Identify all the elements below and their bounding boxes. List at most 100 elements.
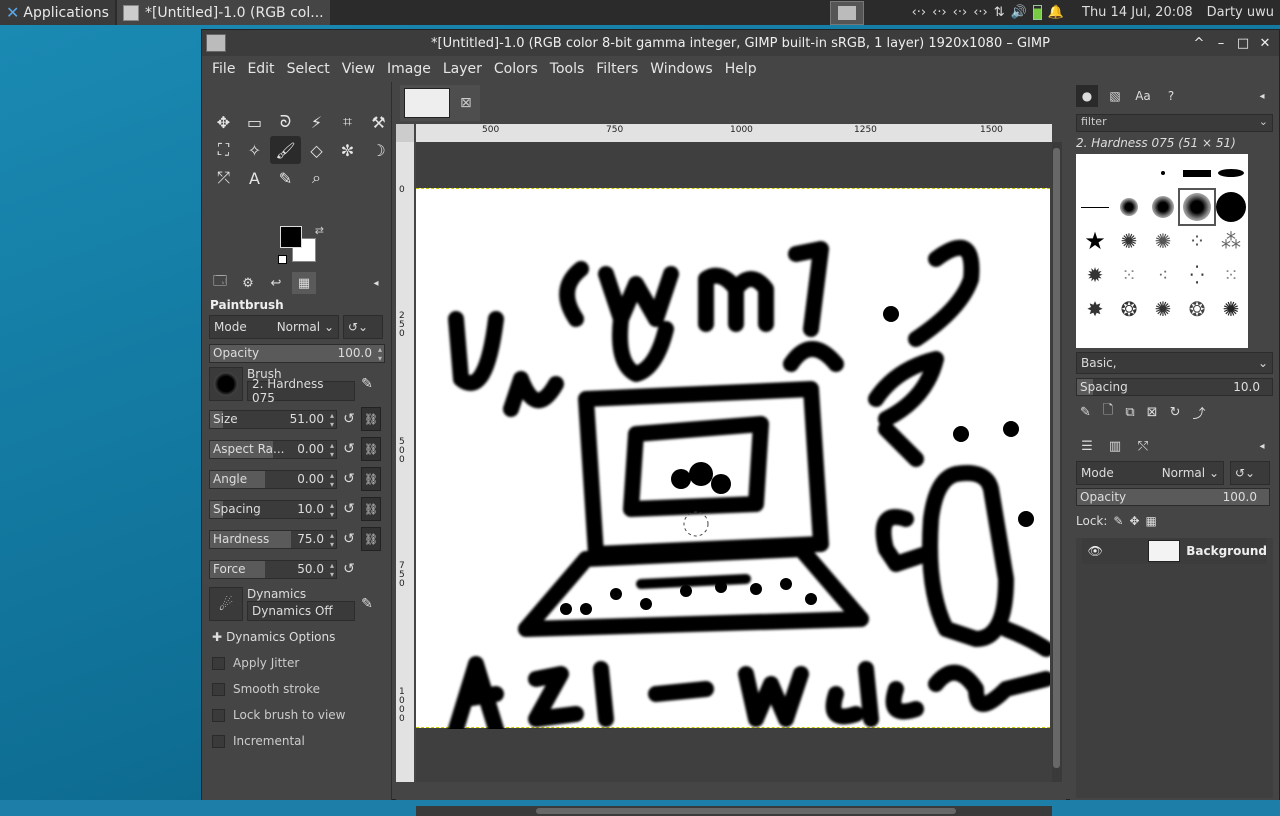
brush-preview[interactable] [209,367,243,401]
vertical-ruler[interactable]: 0 2 5 0 5 0 0 7 5 0 1 0 0 0 [396,142,414,782]
brush-item[interactable] [1214,190,1248,224]
opacity-slider[interactable]: Opacity 100.0 ▴ ▾ [209,343,385,363]
scroll-thumb[interactable] [1053,148,1060,768]
reset-angle-icon[interactable]: ↺ [341,471,357,487]
brush-spacing-slider[interactable]: Spacing 10.0 [1076,378,1273,396]
apply-jitter-checkbox[interactable]: Apply Jitter [209,650,389,676]
menu-view[interactable]: View [336,61,381,77]
reset-spacing-icon[interactable]: ↺ [341,501,357,517]
lock-pixels-icon[interactable]: ✎ [1113,514,1123,528]
menu-help[interactable]: Help [719,61,763,77]
aspect-ratio-slider[interactable]: Aspect Ra... 0.00 ▴ ▾ [209,439,337,459]
hardness-slider[interactable]: Hardness 75.0 ▴ ▾ [209,529,337,549]
link-size-icon[interactable]: ⛓ [361,407,381,431]
brush-item[interactable] [1180,156,1214,190]
transfer-icon[interactable]: ⇅ [994,5,1005,20]
brush-item[interactable]: ⁙ [1214,258,1248,292]
scroll-thumb[interactable] [536,808,956,814]
layer-mode-select[interactable]: Mode Normal ⌄ [1076,461,1224,485]
patterns-tab-icon[interactable]: ▧ [1104,85,1126,107]
canvas-viewport[interactable] [416,142,1052,782]
applications-menu[interactable]: ✕ Applications [0,0,115,25]
paintbrush-tool-icon[interactable]: 🖌 [270,136,301,164]
layer-row-background[interactable]: 👁 Background [1082,538,1267,564]
lock-position-icon[interactable]: ✥ [1129,514,1139,528]
brush-item[interactable] [1178,188,1216,226]
menu-image[interactable]: Image [381,61,437,77]
horizontal-ruler[interactable]: 500 750 1000 1250 1500 [416,124,1052,142]
taskbar-task-gimp[interactable]: *[Untitled]-1.0 (RGB col... [116,0,330,25]
fonts-tab-icon[interactable]: Aa [1132,85,1154,107]
default-colors-icon[interactable] [278,255,287,264]
brush-item[interactable]: ⁘ [1180,224,1214,258]
brush-item[interactable]: ✺ [1112,224,1146,258]
link-aspect-icon[interactable]: ⛓ [361,437,381,461]
link-angle-icon[interactable]: ⛓ [361,467,381,491]
brush-item[interactable] [1078,156,1112,190]
configure-tab-icon[interactable]: ◂ [1251,435,1273,457]
brush-item[interactable] [1214,156,1248,190]
menu-select[interactable]: Select [281,61,336,77]
layer-opacity-slider[interactable]: Opacity 100.0 [1076,488,1270,506]
edit-dynamics-icon[interactable]: ✎ [359,596,375,612]
shade-button[interactable]: ^ [1191,36,1207,51]
link-hardness-icon[interactable]: ⛓ [361,527,381,551]
channels-tab-icon[interactable]: ▥ [1104,435,1126,457]
fuzzy-select-tool-icon[interactable]: ⚡ [301,108,332,136]
warp-tool-icon[interactable]: ⛶ [208,136,239,164]
dynamics-field[interactable]: Dynamics Off [247,601,355,621]
brush-item[interactable]: ✺ [1146,224,1180,258]
brush-item[interactable]: ✹ [1078,258,1112,292]
brush-item[interactable]: ❂ [1112,292,1146,326]
dynamics-options-expander[interactable]: ✚ Dynamics Options [209,624,389,650]
brush-tag-select[interactable]: Basic, ⌄ [1076,352,1273,374]
rect-select-tool-icon[interactable]: ▭ [239,108,270,136]
new-brush-icon[interactable]: 🗋 [1103,401,1113,423]
device-status-tab-icon[interactable]: ⚙ [236,272,260,294]
free-select-tool-icon[interactable]: ᘐ [270,108,301,136]
menu-tools[interactable]: Tools [544,61,591,77]
brush-item[interactable] [1078,190,1112,224]
zoom-tool-icon[interactable]: ⌕ [301,164,332,192]
transform-tool-icon[interactable]: ⚒ [363,108,394,136]
image-tab[interactable]: ⊠ [400,85,480,121]
battery-icon[interactable] [1032,5,1042,20]
force-slider[interactable]: Force 50.0 ▴ ▾ [209,559,337,579]
menu-edit[interactable]: Edit [241,61,280,77]
bell-icon[interactable]: 🔔 [1048,5,1064,20]
images-tab-icon[interactable]: ▦ [292,272,316,294]
color-picker-tool-icon[interactable]: ✎ [270,164,301,192]
brushes-tab-icon[interactable]: ● [1076,85,1098,107]
lock-alpha-icon[interactable]: ▦ [1146,514,1157,528]
clock[interactable]: Thu 14 Jul, 20:08 [1082,5,1193,20]
user-name[interactable]: Darty uwu [1207,5,1274,20]
clone-tool-icon[interactable]: ✼ [332,136,363,164]
swap-colors-icon[interactable]: ⇄ [315,224,324,237]
brush-item[interactable] [1146,190,1180,224]
dynamics-preview[interactable]: ☄ [209,587,243,621]
paths-tab-icon[interactable]: ⤲ [1132,435,1154,457]
brush-item[interactable]: ✸ [1078,292,1112,326]
mode-select[interactable]: Mode Normal ⌄ [209,315,339,339]
smudge-tool-icon[interactable]: ☽ [363,136,394,164]
angle-slider[interactable]: Angle 0.00 ▴ ▾ [209,469,337,489]
eraser-tool-icon[interactable]: ◇ [301,136,332,164]
reset-aspect-icon[interactable]: ↺ [341,441,357,457]
lock-brush-checkbox[interactable]: Lock brush to view [209,702,389,728]
mode-reset-button[interactable]: ↺⌄ [343,315,383,339]
brush-item[interactable] [1146,156,1180,190]
menu-file[interactable]: File [206,61,241,77]
eye-icon[interactable]: 👁 [1082,544,1108,558]
help-tab-icon[interactable]: ? [1160,85,1182,107]
foreground-color-swatch[interactable] [280,226,302,248]
menu-windows[interactable]: Windows [644,61,719,77]
brush-item[interactable] [1112,190,1146,224]
size-slider[interactable]: Size 51.00 ▴ ▾ [209,409,337,429]
reset-size-icon[interactable]: ↺ [341,411,357,427]
text-tool-icon[interactable]: A [239,164,270,192]
volume-icon[interactable]: 🔊 [1011,5,1027,20]
reset-hardness-icon[interactable]: ↺ [341,531,357,547]
network-icon[interactable]: ‹·› [973,5,988,20]
duplicate-brush-icon[interactable]: ⧉ [1125,405,1134,420]
paths-tool-icon[interactable]: ⤱ [208,164,239,192]
